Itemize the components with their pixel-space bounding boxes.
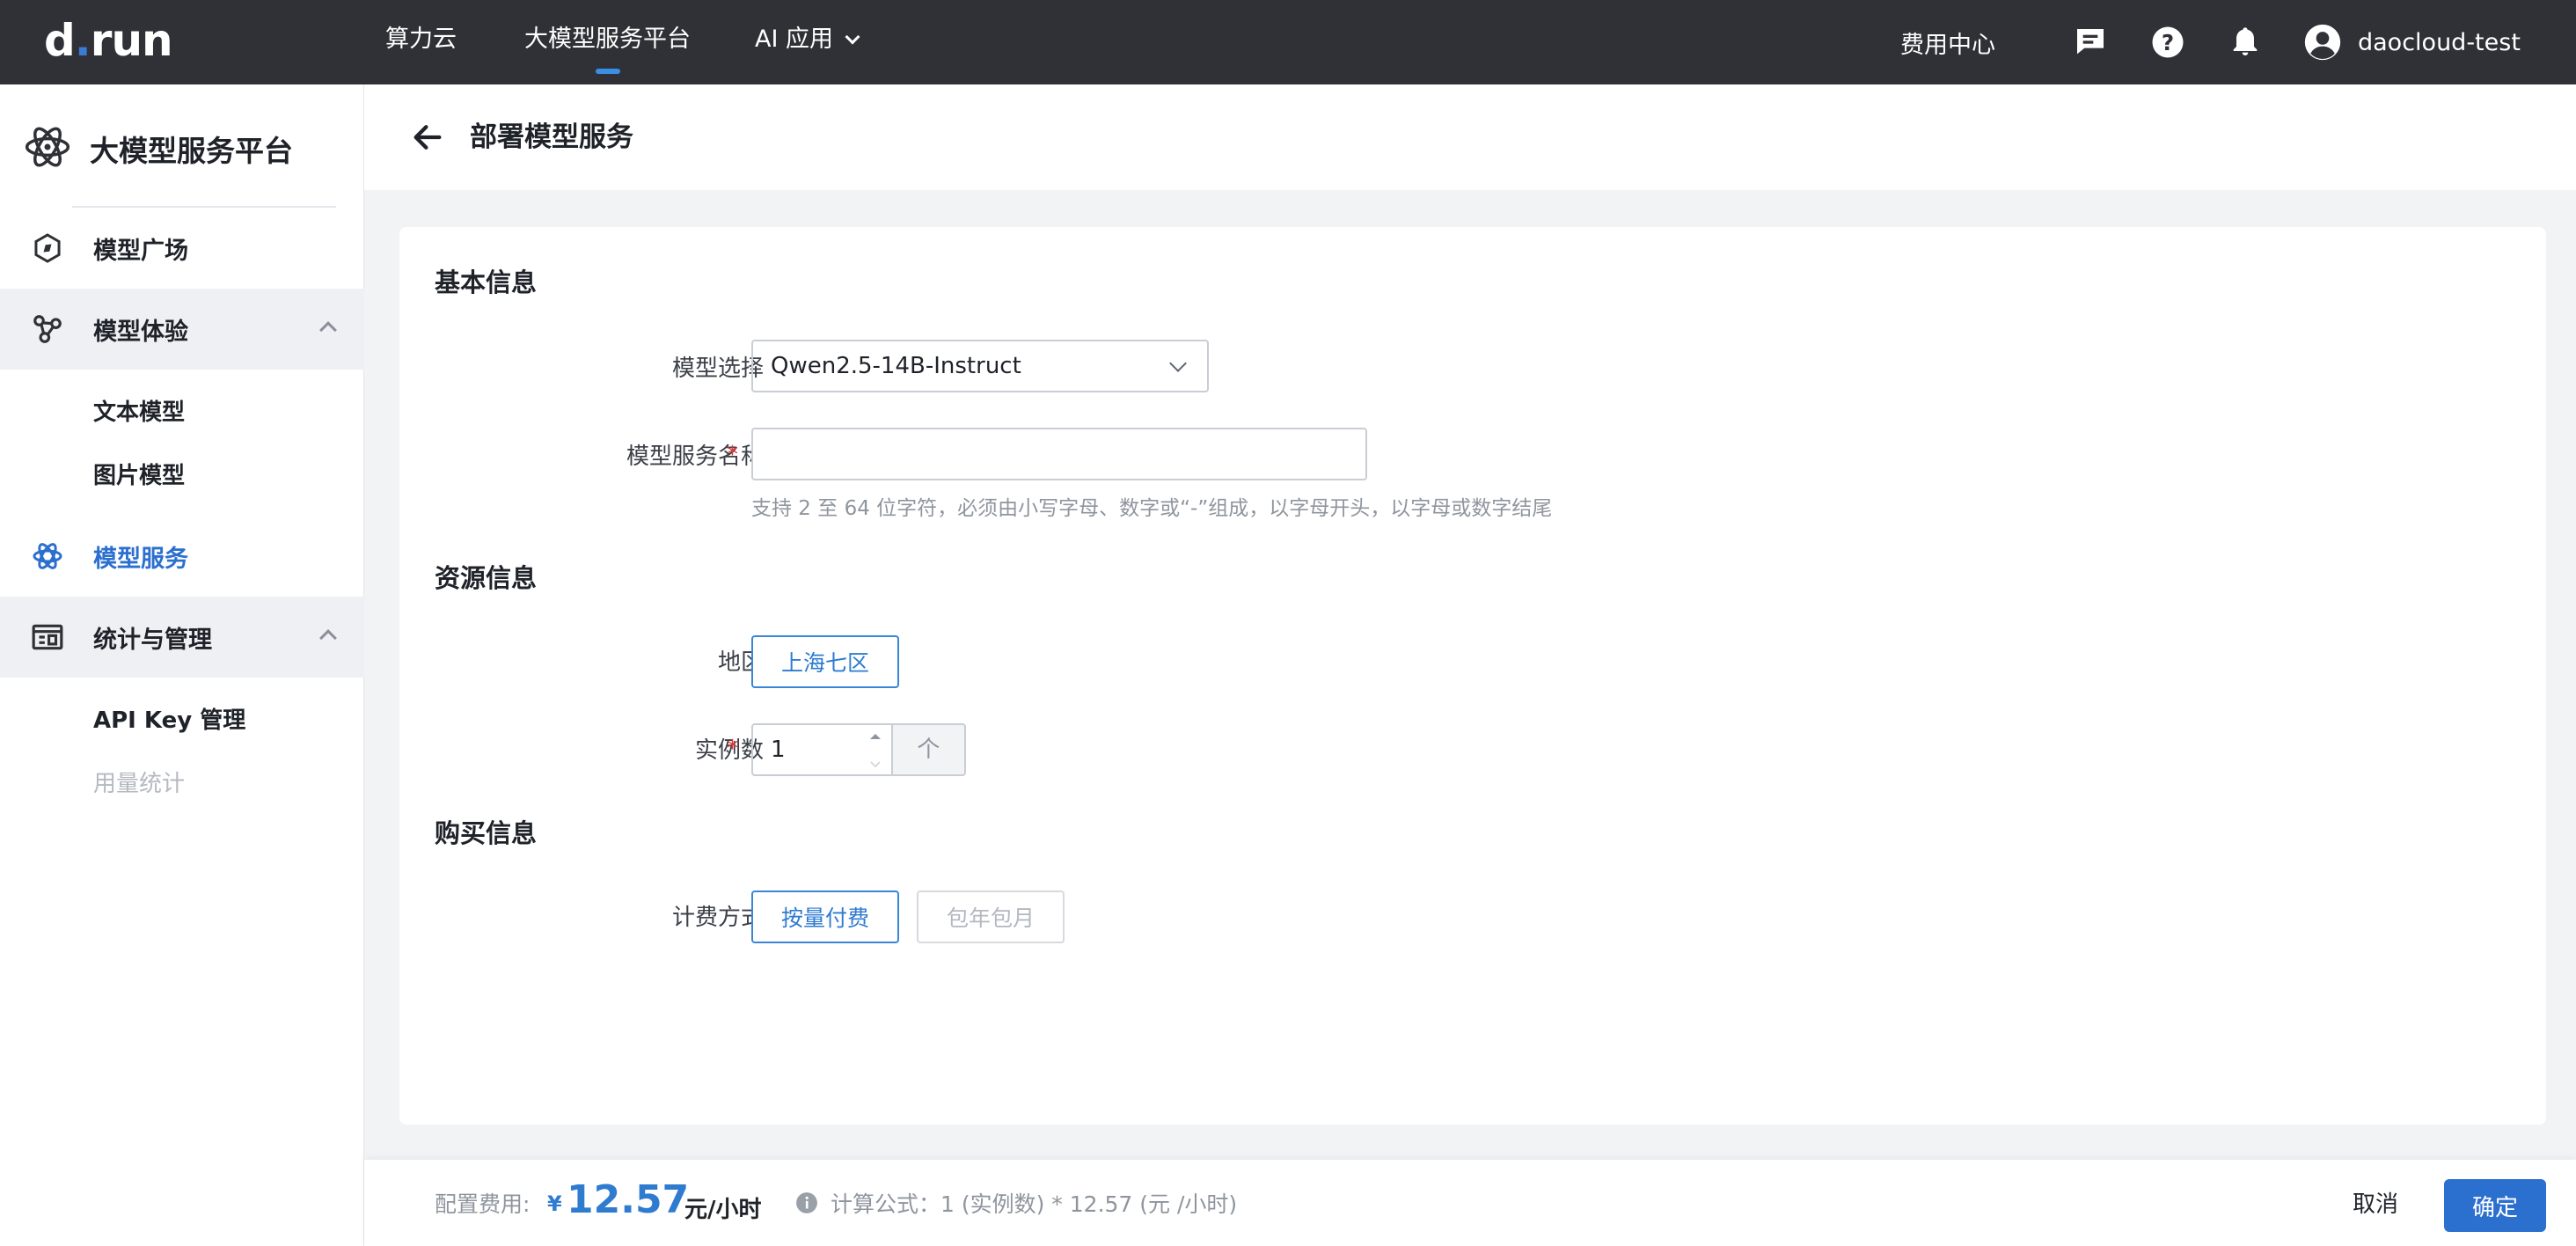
section-title-basic: 基本信息 xyxy=(435,268,538,297)
user-menu[interactable]: daocloud-test xyxy=(2303,0,2543,84)
instances-stepper[interactable]: 1 个 xyxy=(751,723,966,776)
logo-text-d: d xyxy=(44,15,76,66)
instances-value-text: 1 xyxy=(771,737,786,763)
sidebar-group-model-experience[interactable]: 模型体验 xyxy=(0,289,364,370)
instances-value[interactable]: 1 xyxy=(753,725,891,774)
stepper-arrows[interactable] xyxy=(859,725,892,774)
cancel-button[interactable]: 取消 xyxy=(2353,1160,2398,1246)
confirm-button[interactable]: 确定 xyxy=(2444,1179,2546,1232)
bell-icon xyxy=(2226,23,2265,62)
service-name-hint: 支持 2 至 64 位字符，必须由小写字母、数字或“-”组成，以字母开头，以字母… xyxy=(751,497,1553,520)
nav-compute-cloud[interactable]: 算力云 xyxy=(385,0,457,84)
user-avatar-icon xyxy=(2303,23,2342,62)
cost-formula: 计算公式：1 (实例数) * 12.57 (元 /小时) xyxy=(831,1191,1238,1217)
chevron-down-icon xyxy=(845,29,860,45)
deploy-form-card: 基本信息 模型选择 Qwen2.5-14B-Instruct 模型服务名称 * … xyxy=(399,227,2546,1125)
info-icon[interactable] xyxy=(795,1191,818,1214)
sidebar-item-label: 统计与管理 xyxy=(93,626,212,654)
service-name-input[interactable] xyxy=(751,428,1367,480)
sidebar-item-label: 模型广场 xyxy=(93,237,188,265)
price-value: 12.57 xyxy=(567,1177,690,1222)
logo-dot: . xyxy=(74,15,91,66)
price-unit: 元/小时 xyxy=(684,1197,762,1223)
sidebar-subitem-api-key[interactable]: API Key 管理 xyxy=(93,702,245,735)
billing-option-payg[interactable]: 按量付费 xyxy=(751,891,899,943)
sidebar-group-stats-management[interactable]: 统计与管理 xyxy=(0,597,364,678)
chevron-down-icon xyxy=(1169,355,1187,372)
nav-llm-platform[interactable]: 大模型服务平台 xyxy=(524,0,691,84)
cost-label: 配置费用: xyxy=(435,1191,531,1217)
platform-logo-icon xyxy=(23,122,72,175)
instances-unit: 个 xyxy=(890,725,964,774)
sidebar-item-model-service[interactable]: 模型服务 xyxy=(0,516,364,597)
sidebar-item-model-plaza[interactable]: 模型广场 xyxy=(0,208,364,289)
sidebar: 大模型服务平台 模型广场 模型体验 文本模型 图片模型 模型服务 统计与管理 A… xyxy=(0,84,364,1246)
model-select[interactable]: Qwen2.5-14B-Instruct xyxy=(751,340,1209,392)
model-select-label: 模型选择 xyxy=(671,355,764,382)
service-name-label: 模型服务名称 xyxy=(626,443,764,470)
model-select-value: Qwen2.5-14B-Instruct xyxy=(771,353,1021,379)
back-arrow-icon[interactable] xyxy=(410,120,445,155)
required-mark: * xyxy=(727,736,738,762)
message-icon xyxy=(2071,23,2110,62)
nav-ai-apps-label: AI 应用 xyxy=(755,26,834,53)
dashboard-icon xyxy=(28,618,67,656)
sidebar-subitem-usage: 用量统计 xyxy=(93,771,186,797)
sidebar-item-label: 模型服务 xyxy=(93,545,188,573)
chevron-up-icon[interactable] xyxy=(319,321,337,339)
cost-footer: 配置费用: ¥ 12.57 元/小时 计算公式：1 (实例数) * 12.57 … xyxy=(364,1160,2576,1246)
sidebar-item-label: 模型体验 xyxy=(93,318,188,346)
billing-option-subscription: 包年包月 xyxy=(917,891,1065,943)
help-icon: ? xyxy=(2148,23,2187,62)
nav-ai-apps[interactable]: AI 应用 xyxy=(755,0,860,84)
service-atom-icon xyxy=(28,537,67,575)
notification-button[interactable] xyxy=(2226,0,2265,84)
section-title-purchase: 购买信息 xyxy=(435,818,538,848)
sidebar-header: 大模型服务平台 xyxy=(23,120,293,178)
help-button[interactable]: ? xyxy=(2148,0,2187,84)
sidebar-subitem-text-model[interactable]: 文本模型 xyxy=(93,394,185,427)
billing-method-label: 计费方式 xyxy=(671,905,764,931)
currency-symbol: ¥ xyxy=(547,1191,562,1216)
required-mark: * xyxy=(727,442,738,468)
hexagon-compass-icon xyxy=(28,229,67,268)
top-bar: d. run 算力云 大模型服务平台 AI 应用 费用中心 ? daocloud… xyxy=(0,0,2576,84)
username: daocloud-test xyxy=(2358,28,2521,56)
section-title-resource: 资源信息 xyxy=(435,563,538,593)
svg-text:?: ? xyxy=(2162,30,2174,55)
chevron-up-icon[interactable] xyxy=(319,629,337,647)
drun-logo[interactable]: d. run xyxy=(44,15,173,66)
logo-text-run: run xyxy=(90,15,173,66)
page-title: 部署模型服务 xyxy=(470,121,633,153)
page-header: 部署模型服务 xyxy=(364,84,2576,190)
sidebar-subitem-image-model[interactable]: 图片模型 xyxy=(93,458,185,490)
nodes-icon xyxy=(28,310,67,348)
region-option-shanghai7[interactable]: 上海七区 xyxy=(751,635,899,688)
sidebar-title: 大模型服务平台 xyxy=(90,134,293,168)
billing-center-link[interactable]: 费用中心 xyxy=(1900,0,1995,84)
message-button[interactable] xyxy=(2071,0,2110,84)
